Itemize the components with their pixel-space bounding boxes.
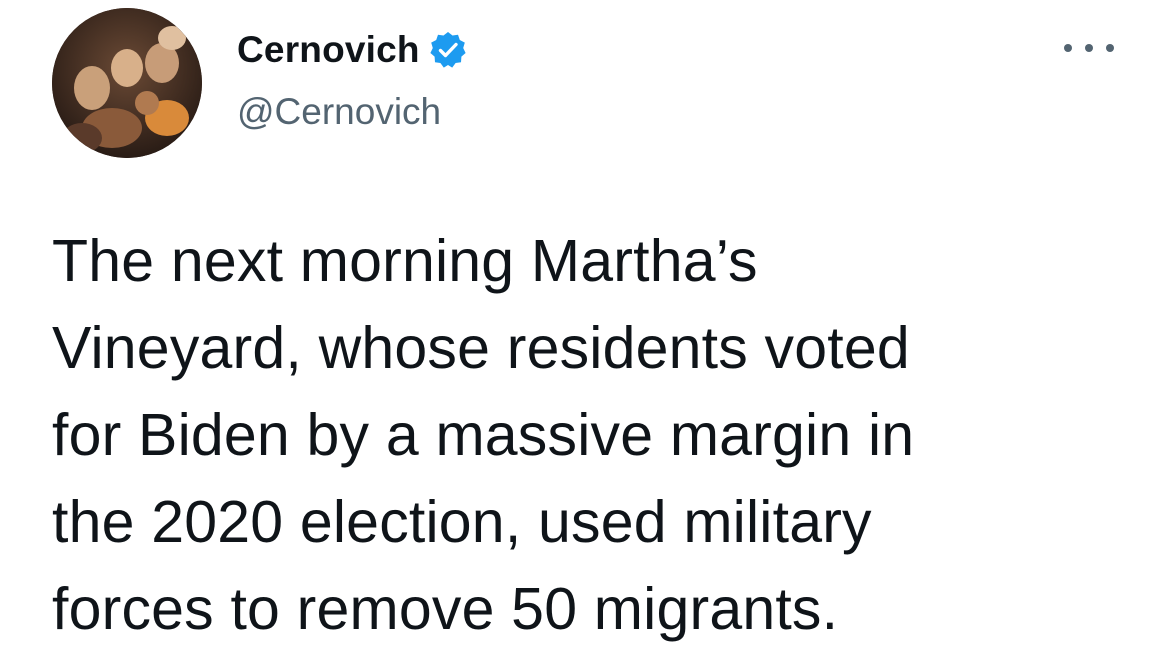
more-dot: [1064, 44, 1072, 52]
tweet-text-line: forces to remove 50 migrants.: [52, 576, 839, 642]
author-handle[interactable]: @Cernovich: [237, 88, 441, 136]
tweet-text-line: The next morning Martha’s: [52, 228, 758, 294]
verified-badge-icon: [428, 30, 468, 70]
author-name-row[interactable]: Cernovich: [237, 26, 468, 74]
tweet-text-line: the 2020 election, used military: [52, 489, 872, 555]
tweet-card: Cernovich @Cernovich The next morning Ma…: [0, 0, 1170, 656]
more-dot: [1085, 44, 1093, 52]
profile-photo-image: [52, 8, 202, 158]
display-name[interactable]: Cernovich: [237, 26, 420, 74]
tweet-text-line: Vineyard, whose residents voted: [52, 315, 910, 381]
tweet-text-line: for Biden by a massive margin in: [52, 402, 915, 468]
more-dot: [1106, 44, 1114, 52]
tweet-text: The next morning Martha’s Vineyard, whos…: [52, 218, 1132, 653]
more-options-icon[interactable]: [1064, 38, 1114, 58]
avatar[interactable]: [52, 8, 202, 158]
